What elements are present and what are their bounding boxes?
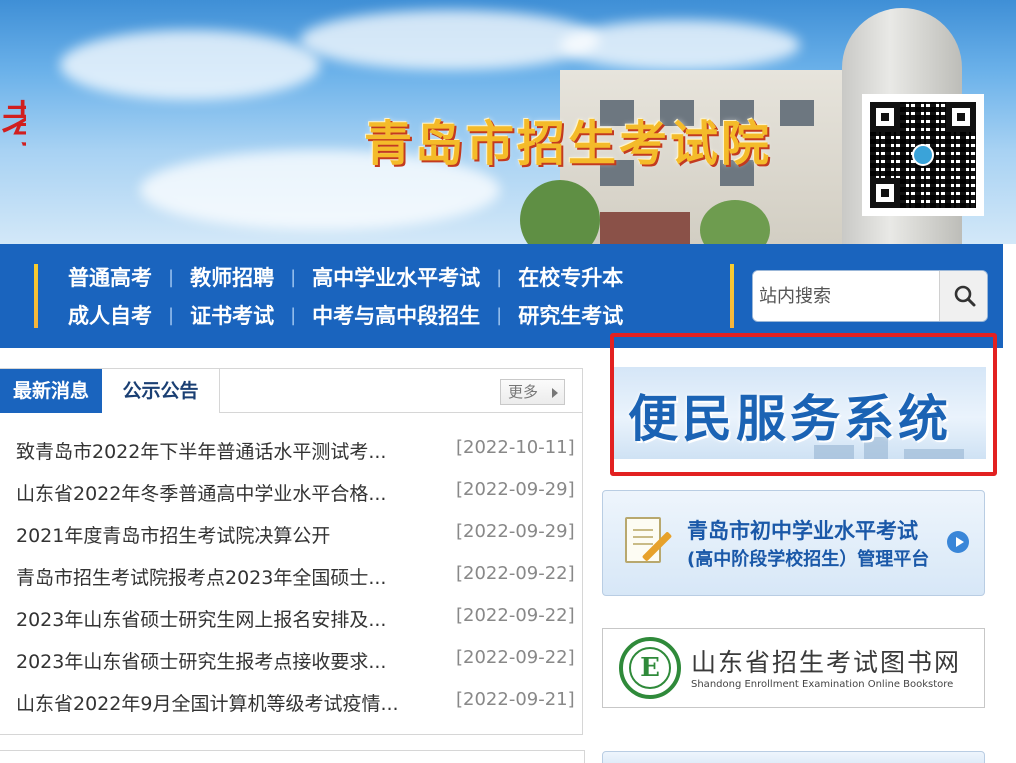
qr-code — [862, 94, 984, 216]
site-title: 青岛市招生考试院 — [364, 116, 773, 172]
search-button[interactable] — [939, 271, 987, 321]
news-title-link[interactable]: 致青岛市2022年下半年普通话水平测试考... — [16, 437, 426, 464]
list-item: 2023年山东省硕士研究生报考点接收要求... [2022-09-22] — [0, 641, 582, 683]
news-date: [2022-09-22] — [456, 605, 575, 626]
list-item: 2021年度青岛市招生考试院决算公开 [2022-09-29] — [0, 515, 582, 557]
news-title-link[interactable]: 2023年山东省硕士研究生网上报名安排及... — [16, 605, 426, 632]
tab-latest-news[interactable]: 最新消息 — [0, 369, 102, 413]
nav-item-teacher-recruit[interactable]: 教师招聘 — [190, 262, 274, 292]
cloud-decoration — [60, 30, 320, 100]
search-box — [752, 270, 988, 322]
nav-item-certificate[interactable]: 证书考试 — [190, 300, 274, 330]
news-title-link[interactable]: 山东省2022年冬季普通高中学业水平合格... — [16, 479, 426, 506]
list-item: 青岛市招生考试院报考点2023年全国硕士... [2022-09-22] — [0, 557, 582, 599]
news-panel: 最新消息 公示公告 更多 致青岛市2022年下半年普通话水平测试考... [20… — [0, 368, 583, 735]
nav-separator: | — [496, 304, 503, 326]
bookstore-logo-letter: E — [629, 647, 671, 689]
nav-item-zhongkao[interactable]: 中考与高中段招生 — [312, 300, 480, 330]
news-title-link[interactable]: 2021年度青岛市招生考试院决算公开 — [16, 521, 426, 548]
news-date: [2022-09-22] — [456, 563, 575, 584]
header-banner: 考 青岛市招生考试院 — [0, 0, 1016, 244]
more-label: 更多 — [508, 383, 539, 401]
building-window — [780, 100, 814, 126]
nav-separator: | — [496, 266, 503, 288]
qr-logo — [912, 144, 934, 166]
news-title-link[interactable]: 2023年山东省硕士研究生报考点接收要求... — [16, 647, 426, 674]
nav-item-upgrade[interactable]: 在校专升本 — [518, 262, 623, 292]
nav-accent-bar — [34, 264, 38, 328]
bookstore-link[interactable]: E 山东省招生考试图书网 Shandong Enrollment Examina… — [602, 628, 985, 708]
cloud-decoration — [560, 20, 800, 70]
bookstore-logo: E — [619, 637, 681, 699]
tab-announcements[interactable]: 公示公告 — [102, 369, 220, 413]
nav-separator: | — [168, 266, 175, 288]
news-title-link[interactable]: 山东省2022年9月全国计算机等级考试疫情... — [16, 689, 426, 716]
nav-item-graduate[interactable]: 研究生考试 — [518, 300, 623, 330]
search-input[interactable] — [753, 271, 939, 321]
list-item: 山东省2022年冬季普通高中学业水平合格... [2022-09-29] — [0, 473, 582, 515]
qr-finder — [946, 102, 976, 132]
news-title-link[interactable]: 青岛市招生考试院报考点2023年全国硕士... — [16, 563, 426, 590]
list-item: 2023年山东省硕士研究生网上报名安排及... [2022-09-22] — [0, 599, 582, 641]
building-roof — [600, 212, 690, 244]
nav-item-self-study[interactable]: 成人自考 — [68, 300, 152, 330]
news-list: 致青岛市2022年下半年普通话水平测试考... [2022-10-11] 山东省… — [0, 431, 582, 725]
arrow-right-icon — [947, 531, 969, 553]
nav-separator: | — [168, 304, 175, 326]
service-banner-label: 便民服务系统 — [628, 390, 952, 448]
news-date: [2022-09-29] — [456, 479, 575, 500]
platform-subtitle: (高中阶段学校招生）管理平台 — [687, 549, 930, 570]
nav-item-gaokao[interactable]: 普通高考 — [68, 262, 152, 292]
caret-right-icon — [552, 388, 558, 398]
nav-accent-bar — [730, 264, 734, 328]
news-tabs: 最新消息 公示公告 更多 — [0, 369, 582, 413]
news-date: [2022-09-22] — [456, 647, 575, 668]
exam-platform-link[interactable]: 青岛市初中学业水平考试 (高中阶段学校招生）管理平台 — [602, 490, 985, 596]
next-panel-edge — [0, 750, 585, 763]
news-date: [2022-09-21] — [456, 689, 575, 710]
nav-separator: | — [290, 304, 297, 326]
main-nav: 普通高考 | 教师招聘 | 高中学业水平考试 | 在校专升本 成人自考 | 证书… — [0, 244, 1003, 348]
cloud-decoration — [300, 10, 600, 70]
nav-row-1: 普通高考 | 教师招聘 | 高中学业水平考试 | 在校专升本 — [68, 258, 623, 296]
nav-separator: | — [290, 266, 297, 288]
qr-finder — [870, 178, 900, 208]
site-logo[interactable]: 考 — [0, 82, 26, 168]
news-date: [2022-10-11] — [456, 437, 575, 458]
platform-title: 青岛市初中学业水平考试 — [687, 519, 918, 543]
nav-item-academic-test[interactable]: 高中学业水平考试 — [312, 262, 480, 292]
qr-finder — [870, 102, 900, 132]
list-item: 致青岛市2022年下半年普通话水平测试考... [2022-10-11] — [0, 431, 582, 473]
qr-code-icon — [870, 102, 976, 208]
search-icon — [954, 285, 975, 307]
nav-row-2: 成人自考 | 证书考试 | 中考与高中段招生 | 研究生考试 — [68, 296, 623, 334]
bookstore-name: 山东省招生考试图书网 — [691, 648, 962, 677]
next-card-edge — [602, 751, 985, 763]
bookstore-name-en: Shandong Enrollment Examination Online B… — [691, 679, 954, 690]
list-item: 山东省2022年9月全国计算机等级考试疫情... [2022-09-21] — [0, 683, 582, 725]
news-date: [2022-09-29] — [456, 521, 575, 542]
more-button[interactable]: 更多 — [500, 379, 565, 405]
service-system-banner[interactable]: 便民服务系统 — [614, 367, 986, 459]
